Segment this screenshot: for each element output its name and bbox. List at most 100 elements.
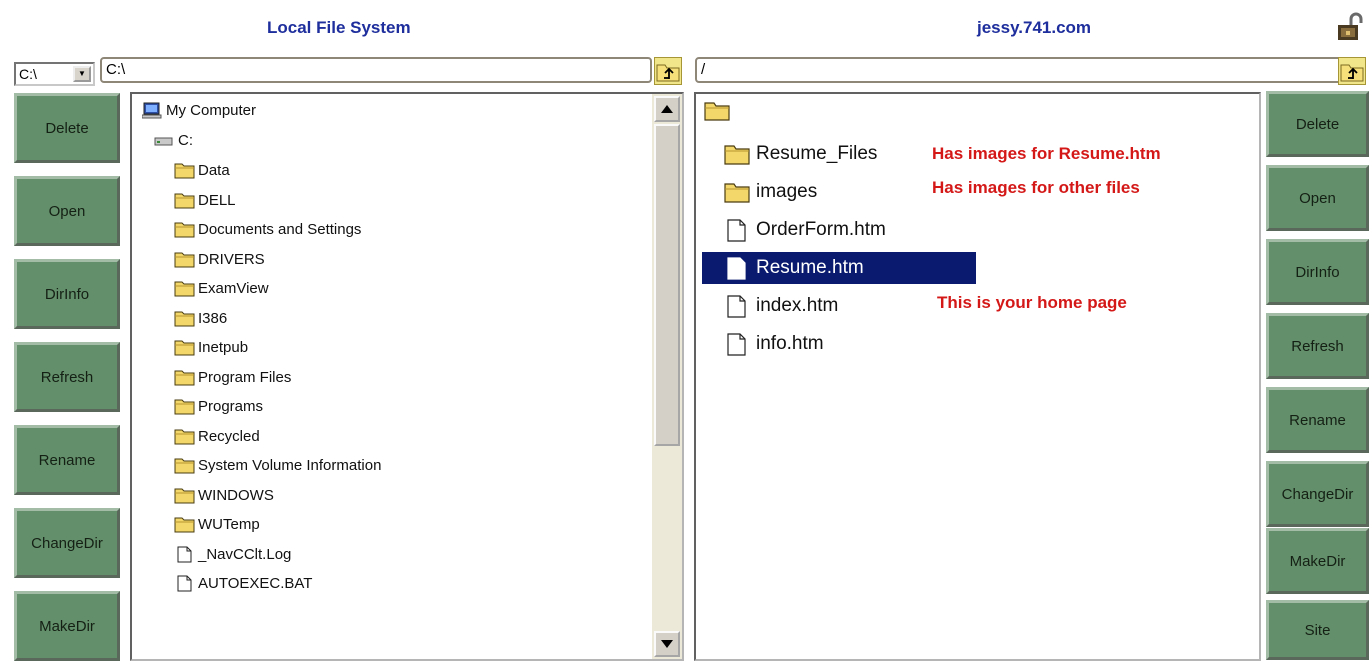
file-list-item-label: Resume.htm xyxy=(756,257,864,278)
tree-item[interactable]: System Volume Information xyxy=(174,457,381,474)
tree-item[interactable]: Recycled xyxy=(174,428,260,445)
tree-item-label: Programs xyxy=(198,398,264,415)
file-icon xyxy=(727,256,746,280)
file-icon xyxy=(727,218,746,242)
folder-icon xyxy=(174,429,195,444)
scroll-down-button[interactable] xyxy=(654,631,680,657)
tree-item[interactable]: Inetpub xyxy=(174,339,248,356)
tree-item[interactable]: Program Files xyxy=(174,369,291,386)
tree-item-label: AUTOEXEC.BAT xyxy=(198,575,313,592)
tree-item-label: Recycled xyxy=(198,427,260,445)
file-icon xyxy=(727,294,746,318)
remote-site-button[interactable]: Site xyxy=(1266,600,1369,660)
local-vertical-scrollbar[interactable] xyxy=(652,94,682,659)
tree-item-label: WUTemp xyxy=(198,516,260,533)
tree-item-label: My Computer xyxy=(166,102,257,119)
local-up-folder-button[interactable] xyxy=(654,57,682,85)
local-rename-button[interactable]: Rename xyxy=(14,425,120,495)
remote-refresh-button[interactable]: Refresh xyxy=(1266,313,1369,379)
lock-icon[interactable] xyxy=(1335,12,1365,42)
folder-icon xyxy=(174,399,195,415)
folder-icon xyxy=(724,182,750,203)
local-dirinfo-button[interactable]: DirInfo xyxy=(14,259,120,329)
tree-item[interactable]: _NavCClt.Log xyxy=(174,546,291,563)
up-folder-icon xyxy=(1340,64,1364,82)
local-makedir-button[interactable]: MakeDir xyxy=(14,591,120,661)
folder-icon xyxy=(724,144,750,165)
tree-item[interactable]: ExamView xyxy=(174,280,269,297)
file-list-item[interactable]: info.htm xyxy=(724,328,824,360)
tree-item-label: ExamView xyxy=(198,280,269,297)
note-home-page: This is your home page xyxy=(937,293,1127,312)
remote-panel-title: jessy.741.com xyxy=(977,18,1092,37)
local-changedir-button[interactable]: ChangeDir xyxy=(14,508,120,578)
note-images: Has images for other files xyxy=(932,178,1140,197)
tree-item-label: DRIVERS xyxy=(198,250,265,268)
tree-item-label: Data xyxy=(198,162,230,179)
remote-open-button[interactable]: Open xyxy=(1266,165,1369,231)
folder-icon xyxy=(174,252,195,267)
tree-item-label: I386 xyxy=(198,309,228,327)
remote-delete-button[interactable]: Delete xyxy=(1266,91,1369,157)
file-list-item[interactable]: OrderForm.htm xyxy=(724,214,886,246)
tree-item[interactable]: Data xyxy=(174,162,230,179)
tree-item-drive-c[interactable]: C: xyxy=(154,132,193,149)
remote-changedir-button[interactable]: ChangeDir xyxy=(1266,461,1369,527)
tree-item[interactable]: Documents and Settings xyxy=(174,221,361,238)
folder-icon xyxy=(174,370,195,385)
tree-item-label: Inetpub xyxy=(198,339,249,356)
chevron-down-icon[interactable]: ▼ xyxy=(73,66,91,82)
file-list-item-label: OrderForm.htm xyxy=(756,219,886,240)
tree-item-label: C: xyxy=(178,132,193,149)
tree-item-label: System Volume Information xyxy=(198,457,382,474)
file-list-item[interactable]: images xyxy=(724,176,817,208)
tree-item-label: _NavCClt.Log xyxy=(198,545,292,563)
tree-item-my-computer[interactable]: My Computer xyxy=(142,102,256,119)
triangle-up-icon xyxy=(661,105,673,113)
folder-icon xyxy=(174,311,195,326)
file-list-item[interactable]: Resume.htm xyxy=(702,252,976,284)
folder-icon xyxy=(174,163,195,179)
folder-icon xyxy=(174,193,195,208)
local-open-button[interactable]: Open xyxy=(14,176,120,246)
note-resume-files: Has images for Resume.htm xyxy=(932,144,1161,163)
drive-select-value: C:\ xyxy=(19,66,37,82)
file-icon xyxy=(177,575,192,592)
local-path-input[interactable]: C:\ xyxy=(100,57,652,83)
file-list-item[interactable]: Resume_Files xyxy=(724,138,877,170)
scroll-thumb[interactable] xyxy=(654,124,680,446)
remote-up-folder-button[interactable] xyxy=(1338,57,1366,85)
folder-icon xyxy=(174,488,195,503)
local-file-tree[interactable]: My Computer C: Data DELL Documents and Set… xyxy=(130,92,684,661)
file-icon xyxy=(177,546,192,562)
computer-icon xyxy=(142,102,162,119)
tree-item[interactable]: DELL xyxy=(174,192,236,209)
tree-item[interactable]: WUTemp xyxy=(174,516,260,533)
tree-item[interactable]: I386 xyxy=(174,310,227,327)
scroll-up-button[interactable] xyxy=(654,96,680,122)
tree-item[interactable]: AUTOEXEC.BAT xyxy=(174,575,312,592)
drive-select[interactable]: C:\ ▼ xyxy=(14,62,95,86)
file-icon xyxy=(727,332,746,356)
local-delete-button[interactable]: Delete xyxy=(14,93,120,163)
tree-item[interactable]: Programs xyxy=(174,398,263,415)
local-panel-title: Local File System xyxy=(267,18,411,37)
folder-icon xyxy=(174,281,195,297)
folder-icon xyxy=(174,517,195,533)
file-list-item-label: info.htm xyxy=(756,333,824,354)
file-list-item-label: index.htm xyxy=(756,295,839,316)
local-refresh-button[interactable]: Refresh xyxy=(14,342,120,412)
remote-rename-button[interactable]: Rename xyxy=(1266,387,1369,453)
tree-item[interactable]: WINDOWS xyxy=(174,487,274,504)
folder-icon xyxy=(174,222,195,238)
folder-icon xyxy=(174,458,195,474)
remote-path-input[interactable]: / xyxy=(695,57,1342,83)
remote-dirinfo-button[interactable]: DirInfo xyxy=(1266,239,1369,305)
folder-icon xyxy=(174,340,195,356)
file-list-item[interactable]: index.htm xyxy=(724,290,838,322)
tree-item-label: Documents and Settings xyxy=(198,221,362,238)
root-folder-icon xyxy=(704,102,730,121)
tree-item-label: DELL xyxy=(198,191,236,209)
remote-makedir-button[interactable]: MakeDir xyxy=(1266,528,1369,594)
tree-item[interactable]: DRIVERS xyxy=(174,251,265,268)
